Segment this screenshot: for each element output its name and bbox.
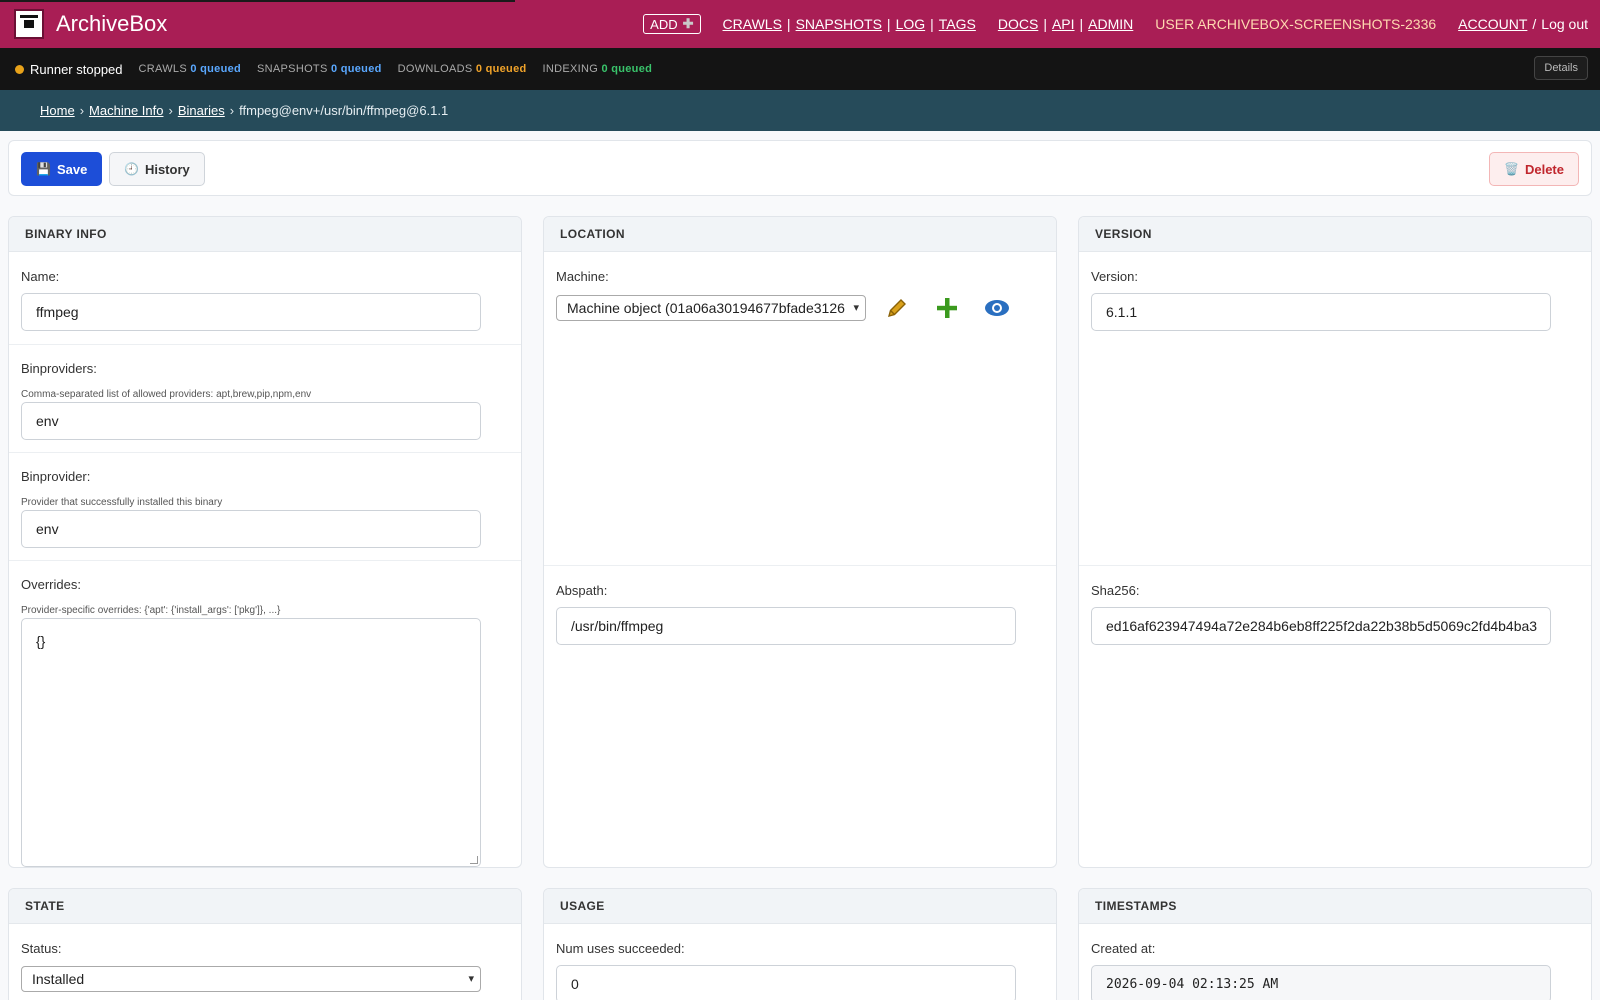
snapshots-stat: SNAPSHOTS 0 queued bbox=[257, 63, 382, 75]
created-at-label: Created at: bbox=[1091, 941, 1156, 956]
abspath-input[interactable]: /usr/bin/ffmpeg bbox=[556, 607, 1016, 645]
top-navbar: ArchiveBox ADD ✚ CRAWLS | SNAPSHOTS | LOG | … bbox=[0, 0, 1600, 48]
details-button[interactable]: Details bbox=[1534, 56, 1588, 80]
panel-title: USAGE bbox=[544, 889, 1056, 924]
sha256-input[interactable]: ed16af623947494a72e284b6eb8ff225f2da22b3… bbox=[1091, 607, 1551, 645]
clock-icon: 🕘 bbox=[124, 162, 139, 176]
num-uses-succeeded-label: Num uses succeeded: bbox=[556, 941, 685, 956]
version-label: Version: bbox=[1091, 269, 1138, 284]
binprovider-help: Provider that successfully installed thi… bbox=[21, 497, 223, 508]
status-bar: Runner stopped CRAWLS 0 queued SNAPSHOTS… bbox=[0, 48, 1600, 90]
sha256-row: Sha256: ed16af623947494a72e284b6eb8ff225… bbox=[1079, 565, 1591, 867]
binary-info-panel: BINARY INFO Name: ffmpeg Binproviders: C… bbox=[8, 216, 522, 868]
status-select[interactable]: Installed ▾ bbox=[21, 966, 481, 992]
status-label: Status: bbox=[21, 941, 62, 956]
version-input[interactable]: 6.1.1 bbox=[1091, 293, 1551, 331]
binprovider-row: Binprovider: Provider that successfully … bbox=[9, 452, 521, 560]
num-uses-succeeded-input[interactable]: 0 bbox=[556, 965, 1016, 1000]
breadcrumb-current: ffmpeg@env+/usr/bin/ffmpeg@6.1.1 bbox=[239, 103, 449, 118]
panel-title: STATE bbox=[9, 889, 521, 924]
nav-logout[interactable]: Log out bbox=[1541, 16, 1588, 32]
breadcrumb: Home › Machine Info › Binaries › ffmpeg@… bbox=[0, 90, 1600, 131]
abspath-label: Abspath: bbox=[556, 583, 608, 598]
name-row: Name: ffmpeg bbox=[9, 252, 521, 344]
breadcrumb-home[interactable]: Home bbox=[40, 103, 75, 118]
nav-admin[interactable]: ADMIN bbox=[1088, 16, 1133, 32]
overrides-help: Provider-specific overrides: {'apt': {'i… bbox=[21, 605, 281, 616]
chevron-down-icon: ▾ bbox=[468, 973, 474, 985]
archivebox-logo-icon bbox=[14, 9, 44, 39]
brand-name[interactable]: ArchiveBox bbox=[56, 11, 167, 37]
nav-log[interactable]: LOG bbox=[896, 16, 926, 32]
object-toolbar: 💾 Save 🕘 History 🗑️ Delete bbox=[8, 140, 1592, 196]
nav-snapshots[interactable]: SNAPSHOTS bbox=[796, 16, 882, 32]
edit-pencil-icon[interactable] bbox=[884, 295, 910, 321]
binproviders-label: Binproviders: bbox=[21, 361, 97, 376]
overrides-label: Overrides: bbox=[21, 577, 81, 592]
main-nav: ADD ✚ CRAWLS | SNAPSHOTS | LOG | TAGS DOCS | … bbox=[643, 14, 1588, 34]
plus-icon: ✚ bbox=[682, 16, 694, 31]
usage-panel: USAGE Num uses succeeded: 0 bbox=[543, 888, 1057, 1000]
add-button[interactable]: ADD ✚ bbox=[643, 14, 701, 34]
add-plus-icon[interactable] bbox=[934, 295, 960, 321]
save-button[interactable]: 💾 Save bbox=[21, 152, 103, 186]
progress-bar bbox=[0, 0, 515, 2]
abspath-row: Abspath: /usr/bin/ffmpeg bbox=[544, 565, 1056, 867]
panel-title: LOCATION bbox=[544, 217, 1056, 252]
nav-crawls[interactable]: CRAWLS bbox=[723, 16, 782, 32]
chevron-down-icon: ▾ bbox=[853, 302, 859, 314]
state-panel: STATE Status: Installed ▾ bbox=[8, 888, 522, 1000]
binprovider-input[interactable]: env bbox=[21, 510, 481, 548]
name-input[interactable]: ffmpeg bbox=[21, 293, 481, 331]
runner-status-icon bbox=[15, 64, 24, 74]
floppy-disk-icon: 💾 bbox=[36, 162, 51, 176]
version-row: Version: 6.1.1 bbox=[1079, 252, 1591, 565]
resize-handle-icon[interactable] bbox=[470, 856, 478, 864]
breadcrumb-binaries[interactable]: Binaries bbox=[178, 103, 225, 118]
nav-account[interactable]: ACCOUNT bbox=[1458, 16, 1527, 32]
overrides-textarea[interactable]: {} bbox=[21, 618, 481, 867]
nav-docs[interactable]: DOCS bbox=[998, 16, 1038, 32]
panel-title: TIMESTAMPS bbox=[1079, 889, 1591, 924]
nav-api[interactable]: API bbox=[1052, 16, 1075, 32]
binproviders-help: Comma-separated list of allowed provider… bbox=[21, 389, 312, 400]
breadcrumb-machine-info[interactable]: Machine Info bbox=[89, 103, 163, 118]
brand[interactable]: ArchiveBox bbox=[14, 8, 167, 40]
view-eye-icon[interactable] bbox=[984, 295, 1010, 321]
overrides-row: Overrides: Provider-specific overrides: … bbox=[9, 560, 521, 867]
panel-title: BINARY INFO bbox=[9, 217, 521, 252]
delete-button[interactable]: 🗑️ Delete bbox=[1489, 152, 1579, 186]
runner-status: Runner stopped bbox=[30, 61, 123, 77]
crawls-stat: CRAWLS 0 queued bbox=[138, 63, 242, 75]
indexing-stat: INDEXING 0 queued bbox=[542, 63, 653, 75]
history-button[interactable]: 🕘 History bbox=[109, 152, 205, 186]
machine-label: Machine: bbox=[556, 269, 609, 284]
created-at-input[interactable]: 2026-09-04 02:13:25 AM bbox=[1091, 965, 1551, 1000]
panel-title: VERSION bbox=[1079, 217, 1591, 252]
binproviders-input[interactable]: env bbox=[21, 402, 481, 440]
timestamps-panel: TIMESTAMPS Created at: 2026-09-04 02:13:… bbox=[1078, 888, 1592, 1000]
version-panel: VERSION Version: 6.1.1 Sha256: ed16af623… bbox=[1078, 216, 1592, 868]
downloads-stat: DOWNLOADS 0 queued bbox=[397, 63, 527, 75]
trash-icon: 🗑️ bbox=[1504, 162, 1519, 176]
binproviders-row: Binproviders: Comma-separated list of al… bbox=[9, 344, 521, 452]
user-name: USER ARCHIVEBOX-SCREENSHOTS-2336 bbox=[1155, 16, 1437, 32]
machine-select[interactable]: Machine object (01a06a30194677bfade3126 … bbox=[556, 295, 866, 321]
machine-row: Machine: Machine object (01a06a30194677b… bbox=[544, 252, 1056, 565]
nav-tags[interactable]: TAGS bbox=[939, 16, 976, 32]
name-label: Name: bbox=[21, 269, 60, 284]
location-panel: LOCATION Machine: Machine object (01a06a… bbox=[543, 216, 1057, 868]
binprovider-label: Binprovider: bbox=[21, 469, 91, 484]
sha256-label: Sha256: bbox=[1091, 583, 1140, 598]
